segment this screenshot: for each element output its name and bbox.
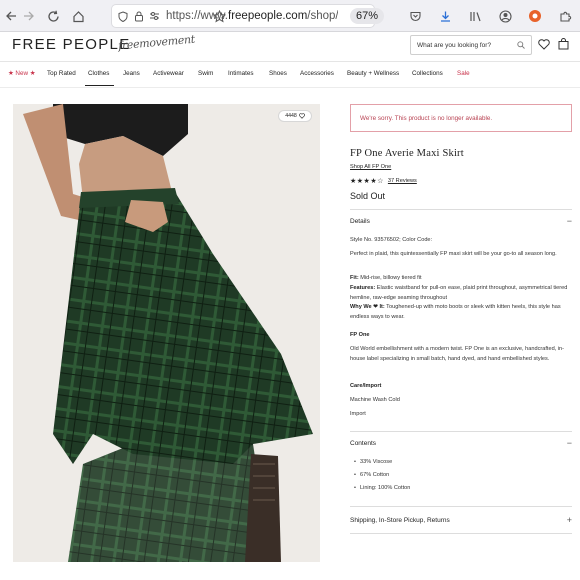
features-label: Features: [350,285,376,291]
wishlist-heart-icon[interactable] [538,37,550,55]
fp-one-description: Old World embellishment with a modern tw… [350,346,565,362]
product-rating: ★★★★☆ 37 Reviews [350,177,572,185]
nav-item-new[interactable]: ★ New ★ [8,70,35,77]
nav-item-beauty-wellness[interactable]: Beauty + Wellness [347,70,399,77]
nav-item-top-rated[interactable]: Top Rated [47,70,76,77]
shipping-accordion-header[interactable]: Shipping, In-Store Pickup, Returns + [350,514,572,526]
contents-item: 67% Cotton [354,472,389,478]
divider [350,209,572,210]
like-count: 4448 [285,113,297,119]
home-icon[interactable] [67,5,89,27]
shield-icon[interactable] [118,10,128,22]
divider [350,506,572,507]
forward-arrow-icon[interactable] [18,5,40,27]
sold-out-status: Sold Out [350,191,386,201]
nav-item-jeans[interactable]: Jeans [123,70,140,77]
nav-item-clothes[interactable]: Clothes [88,70,109,77]
bookmark-star-icon[interactable] [208,5,230,27]
lock-icon[interactable] [134,11,144,22]
contents-heading: Contents [350,439,377,447]
search-input[interactable]: What are you looking for? [410,35,532,55]
extension-icon[interactable] [524,5,546,27]
url-domain: freepeople.com [228,10,308,22]
nav-item-swim[interactable]: Swim [198,70,213,77]
search-icon[interactable] [517,41,525,49]
fit-line: Fit: Mid-rise, billowy tiered fit [350,274,572,284]
url-path: /shop/fp [307,10,338,22]
pocket-icon[interactable] [404,5,426,27]
expand-plus-icon[interactable]: + [567,515,572,525]
zoom-level[interactable]: 67% [350,8,385,24]
nav-item-intimates[interactable]: Intimates [228,70,254,77]
library-icon[interactable] [464,5,486,27]
active-nav-underline [85,85,114,86]
shop-all-fp-one-link[interactable]: Shop All FP One [350,164,572,170]
details-heading: Details [350,217,370,225]
search-placeholder: What are you looking for? [417,41,492,49]
unavailable-alert: We're sorry. This product is no longer a… [350,104,572,132]
address-bar[interactable]: https://www.freepeople.com/shop/fp [112,5,374,27]
free-people-logo[interactable]: FREE PEOPLE [12,36,131,53]
collapse-minus-icon[interactable]: − [567,438,572,448]
care-instructions: Machine Wash Cold [350,397,400,403]
collapse-minus-icon[interactable]: − [567,216,572,226]
url-text[interactable]: https://www.freepeople.com/shop/fp [166,10,338,22]
why-label: Why We ❤ It: [350,304,385,310]
fp-one-heading: FP One [350,332,370,338]
like-count-button[interactable]: 4448 [278,110,312,122]
reload-icon[interactable] [42,5,64,27]
contents-accordion-header[interactable]: Contents − [350,437,572,449]
contents-item: 33% Viscose [354,459,392,465]
category-nav: ★ New ★ Top Rated Clothes Jeans Activewe… [0,62,580,88]
nav-item-shoes[interactable]: Shoes [269,70,287,77]
product-intro: Perfect in plaid, this quintessentially … [350,251,557,257]
permissions-icon[interactable] [149,11,160,21]
style-number: Style No. 93576502; Color Code: [350,237,433,243]
why-we-love-it-line: Why We ❤ It: Toughened-up with moto boot… [350,303,572,322]
reviews-link[interactable]: 37 Reviews [388,178,417,184]
download-icon[interactable] [434,5,456,27]
contents-item: Lining: 100% Cotton [354,485,410,491]
extensions-puzzle-icon[interactable] [554,5,576,27]
shipping-heading: Shipping, In-Store Pickup, Returns [350,516,450,524]
import-text: Import [350,411,366,417]
features-text: Elastic waistband for pull-on ease, plai… [350,285,568,301]
features-line: Features: Elastic waistband for pull-on … [350,284,572,303]
divider [350,533,572,534]
shopping-bag-icon[interactable] [558,37,569,55]
browser-toolbar: https://www.freepeople.com/shop/fp 67% [0,0,580,32]
details-accordion-header[interactable]: Details − [350,215,572,227]
nav-item-activewear[interactable]: Activewear [153,70,184,77]
product-title: FP One Averie Maxi Skirt [350,148,464,159]
alert-text: We're sorry. This product is no longer a… [360,114,493,122]
product-image[interactable] [13,104,320,562]
star-rating-icon: ★★★★☆ [350,178,384,185]
nav-item-collections[interactable]: Collections [412,70,443,77]
fit-text: Mid-rise, billowy tiered fit [358,275,422,281]
nav-item-accessories[interactable]: Accessories [300,70,334,77]
heart-icon [298,113,305,119]
nav-item-sale[interactable]: Sale [457,70,470,77]
fit-label: Fit: [350,275,359,281]
divider [350,431,572,432]
care-import-heading: Care/Import [350,383,382,389]
site-header: FREE PEOPLE freemovement What are you lo… [0,32,580,62]
account-icon[interactable] [494,5,516,27]
